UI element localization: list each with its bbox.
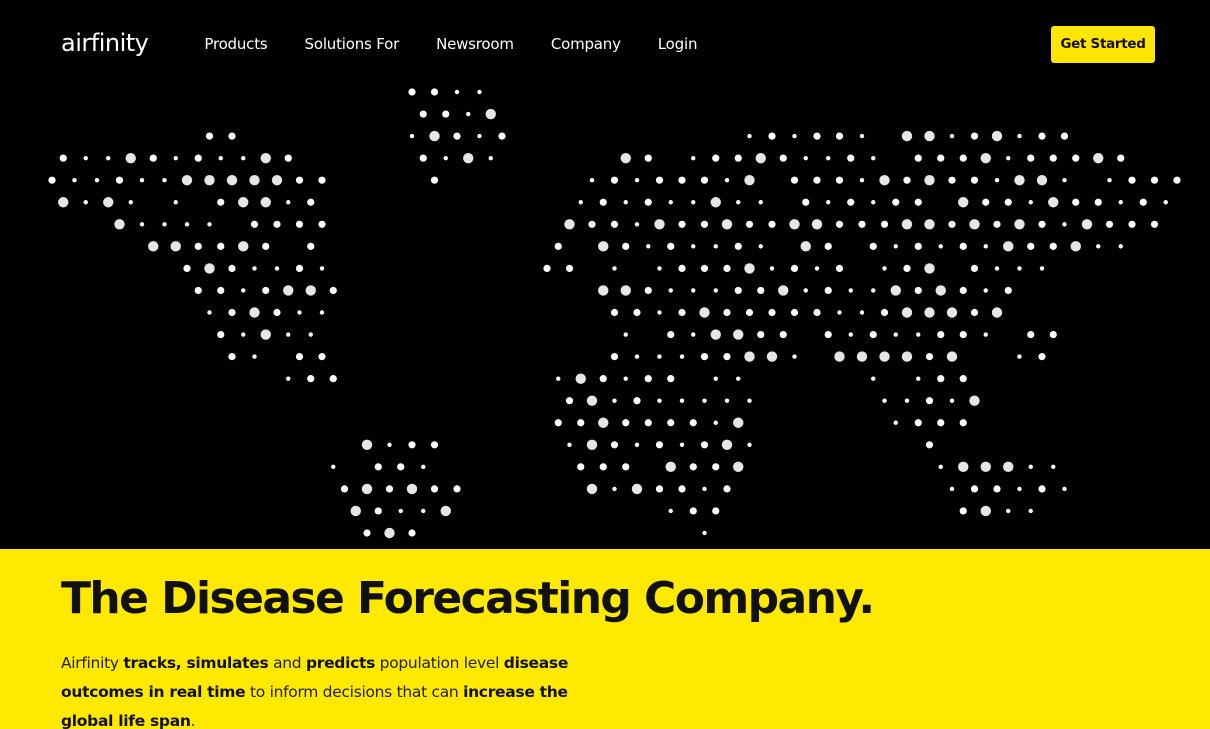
nav-solutions-for[interactable]: Solutions For: [305, 35, 400, 53]
nav-products[interactable]: Products: [204, 35, 267, 53]
nav-login[interactable]: Login: [658, 35, 698, 53]
airfinity-logo[interactable]: airfinity: [61, 29, 149, 57]
main-nav: Products Solutions For Newsroom Company …: [204, 35, 697, 53]
hero-copy-bold: predicts: [305, 654, 376, 672]
hero-copy-bold: tracks, simulates: [123, 654, 269, 672]
hero-copy-segment: to inform decisions that can: [245, 683, 464, 701]
hero-description: Airfinity tracks, simulates and predicts…: [61, 649, 621, 729]
nav-newsroom[interactable]: Newsroom: [436, 35, 514, 53]
hero-copy-segment: population level: [375, 654, 504, 672]
hero-copy-segment: and: [268, 654, 306, 672]
hero-copy-segment: .: [190, 712, 196, 729]
hero-copy-segment: Airfinity: [61, 654, 124, 672]
nav-company[interactable]: Company: [551, 35, 621, 53]
get-started-button[interactable]: Get Started: [1051, 25, 1155, 63]
hero-panel: The Disease Forecasting Company. Airfini…: [0, 549, 1210, 729]
hero-title: The Disease Forecasting Company.: [61, 573, 875, 624]
top-navigation: airfinity Products Solutions For Newsroo…: [0, 0, 1210, 88]
